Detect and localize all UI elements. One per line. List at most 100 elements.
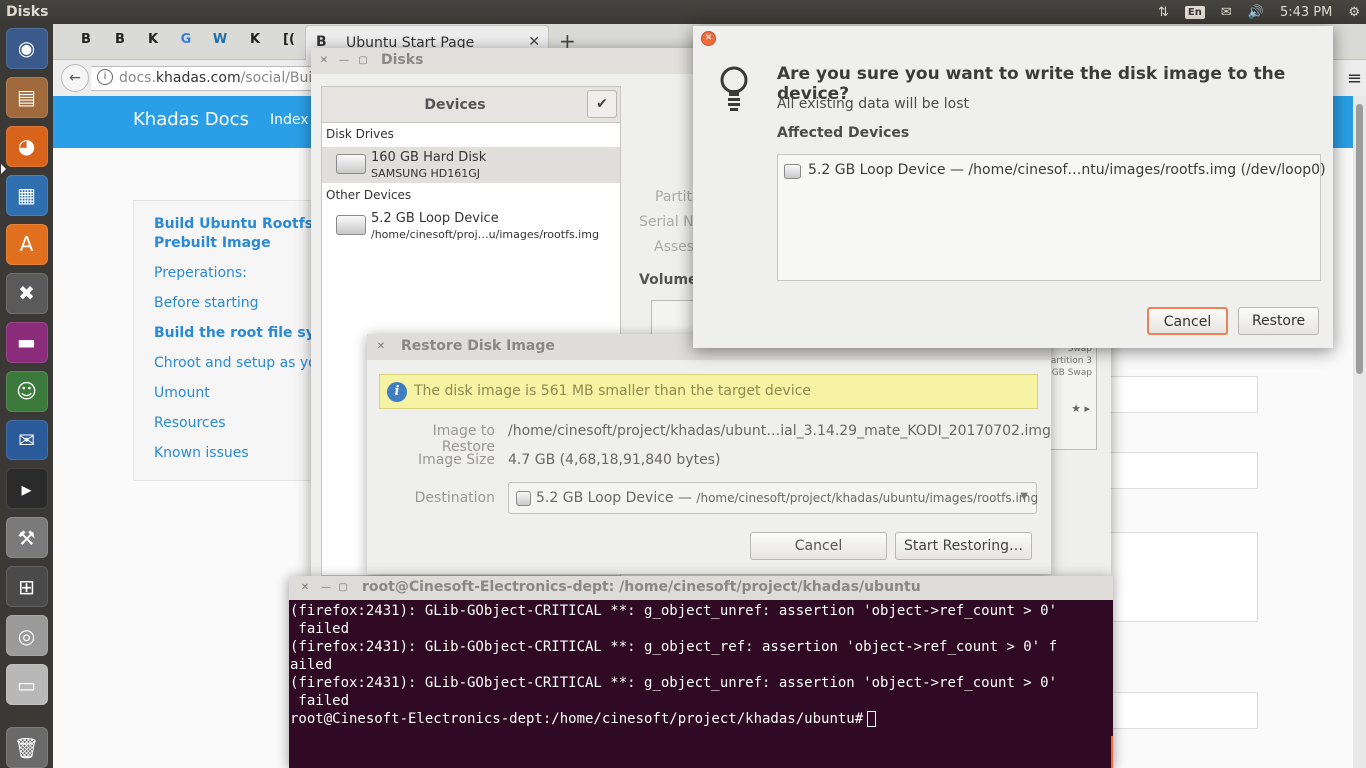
devices-title: Devices [424,97,486,113]
info-icon[interactable]: i [97,69,113,85]
tab-icon-7[interactable]: [( [279,32,299,50]
close-icon[interactable]: ✕ [374,340,388,354]
url-prefix: docs. [119,70,156,86]
dialog-subtext: All existing data will be lost [777,96,969,112]
firefox-icon[interactable]: ◕ [5,125,48,167]
tab-icon-2[interactable]: B [110,32,130,50]
device-loop[interactable]: 5.2 GB Loop Device /home/cinesoft/proj…u… [322,208,620,244]
removable-drive-icon[interactable]: ▭ [5,664,48,706]
url-domain: khadas.com [155,70,241,86]
form-field[interactable] [1106,692,1258,729]
workspace-switcher-icon[interactable]: ⊞ [5,566,48,608]
nav-link-index[interactable]: Index [270,112,309,128]
trash-icon[interactable]: 🗑 [5,727,48,768]
writer-icon[interactable]: ▦ [5,174,48,216]
network-icon[interactable]: ⇅ [1158,5,1169,20]
terminal-prompt: root@Cinesoft-Electronics-dept:/home/cin… [290,711,864,727]
destination-label: Destination [414,490,495,506]
destination-device: 5.2 GB Loop Device — [536,490,692,506]
title-bar: ✕ — ▢ root@Cinesoft-Electronics-dept: /h… [289,576,1113,600]
tab-icon-6[interactable]: K [245,32,265,50]
tab-icon-5[interactable]: W [210,32,230,50]
terminal-line: failed [290,621,350,637]
info-text: The disk image is 561 MB smaller than th… [414,383,811,399]
tab-icon-4[interactable]: G [176,32,196,50]
contacts-icon[interactable]: ☺ [5,370,48,412]
minimize-icon[interactable]: — [337,54,351,68]
back-button[interactable]: ← [61,64,89,92]
scroll-indicator [1111,736,1113,768]
terminal-output[interactable]: (firefox:2431): GLib-GObject-CRITICAL **… [290,602,1110,728]
swap-size-label: GB Swap [1051,368,1092,378]
partition-label: artition 3 [1050,356,1092,366]
terminal-cursor [867,711,877,727]
affected-devices-list[interactable]: 5.2 GB Loop Device — /home/cinesof…ntu/i… [777,154,1326,281]
tab-icon-3[interactable]: K [143,32,163,50]
image-label: Image to Restore [432,423,495,455]
top-panel: Disks ⇅ En ✉ 🔊 5:43 PM ⚙ [0,0,1366,24]
minimize-icon[interactable]: — [319,581,333,595]
device-path: /home/cinesoft/proj…u/images/rootfs.img [371,228,599,241]
close-icon[interactable]: ✕ [317,54,331,68]
loop-device-icon [336,215,366,235]
section-other-devices: Other Devices [326,188,412,202]
list-item[interactable]: 5.2 GB Loop Device — /home/cinesof…ntu/i… [808,162,1326,178]
destination-select[interactable]: 5.2 GB Loop Device — /home/cinesoft/proj… [508,482,1038,514]
chevron-down-icon: ▼ [1020,491,1028,502]
device-name: 160 GB Hard Disk [371,150,487,165]
form-field[interactable] [1106,376,1258,413]
files-icon[interactable]: ▤ [5,76,48,118]
scrollbar-thumb[interactable] [1356,104,1363,374]
system-settings-icon[interactable]: ✖ [5,272,48,314]
terminal-line: (firefox:2431): GLib-GObject-CRITICAL **… [290,675,1058,691]
terminal-prompt-line: root@Cinesoft-Electronics-dept:/home/cin… [290,710,1110,728]
cancel-button[interactable]: Cancel [1147,307,1228,335]
site-logo[interactable]: Khadas Docs [133,109,249,130]
scrollbar[interactable] [1353,96,1366,768]
size-value: 4.7 GB (4,68,18,91,840 bytes) [508,452,721,468]
form-field[interactable] [1106,452,1258,489]
maximize-icon[interactable]: ▢ [336,581,350,595]
section-disk-drives: Disk Drives [326,127,394,141]
volumes-label: Volume [639,272,698,288]
system-tray: ⇅ En ✉ 🔊 5:43 PM ⚙ [1158,0,1360,24]
restore-button[interactable]: Restore [1238,307,1319,335]
keyboard-layout-indicator[interactable]: En [1184,5,1205,19]
software-center-icon[interactable]: A [5,223,48,265]
impress-icon[interactable]: ▬ [5,321,48,363]
drive-icon[interactable]: ◎ [5,615,48,657]
maximize-icon[interactable]: ▢ [356,54,370,68]
window-title: Disks [381,52,424,68]
tab-icon-1[interactable]: B [76,32,96,50]
dash-icon[interactable]: ◉ [5,28,48,69]
disk-utility-icon[interactable]: ⚒ [5,517,48,559]
active-app-name: Disks [6,4,49,20]
partitioning-label: Partiti [655,189,696,205]
start-restoring-button[interactable]: Start Restoring… [895,532,1032,560]
hamburger-menu-icon[interactable]: ≡ [1347,68,1362,89]
mail-icon[interactable]: ✉ [1221,5,1232,20]
size-label: Image Size [417,452,495,468]
drive-icon [516,491,531,506]
clock[interactable]: 5:43 PM [1280,5,1332,20]
launcher: ◉ ▤ ◕ ▦ A ✖ ▬ ☺ ✉ ▸ ⚒ ⊞ ◎ ▭ 🗑 [0,24,53,768]
gear-icon[interactable]: ⚙ [1348,5,1360,20]
image-value[interactable]: /home/cinesoft/project/khadas/ubunt…ial_… [508,423,1051,439]
drive-icon [784,164,801,179]
device-hard-disk[interactable]: 160 GB Hard Disk SAMSUNG HD161GJ [322,147,620,183]
thunderbird-icon[interactable]: ✉ [5,419,48,461]
form-textarea[interactable] [1106,532,1258,622]
cancel-button[interactable]: Cancel [750,532,887,560]
close-icon[interactable]: ✕ [701,31,716,46]
volume-icon[interactable]: 🔊 [1248,5,1264,20]
lightbulb-icon [720,66,748,111]
star-icon[interactable]: ★ ▸ [1071,402,1090,415]
terminal-line: ailed [290,657,333,673]
checkmark-icon[interactable]: ✔ [587,90,617,118]
dialog-title: Restore Disk Image [401,338,555,354]
terminal-line: (firefox:2431): GLib-GObject-CRITICAL **… [290,603,1058,619]
device-name: 5.2 GB Loop Device [371,211,499,226]
close-icon[interactable]: ✕ [298,581,312,595]
terminal-line: (firefox:2431): GLib-GObject-CRITICAL **… [290,639,1058,655]
terminal-icon[interactable]: ▸ [5,468,48,510]
